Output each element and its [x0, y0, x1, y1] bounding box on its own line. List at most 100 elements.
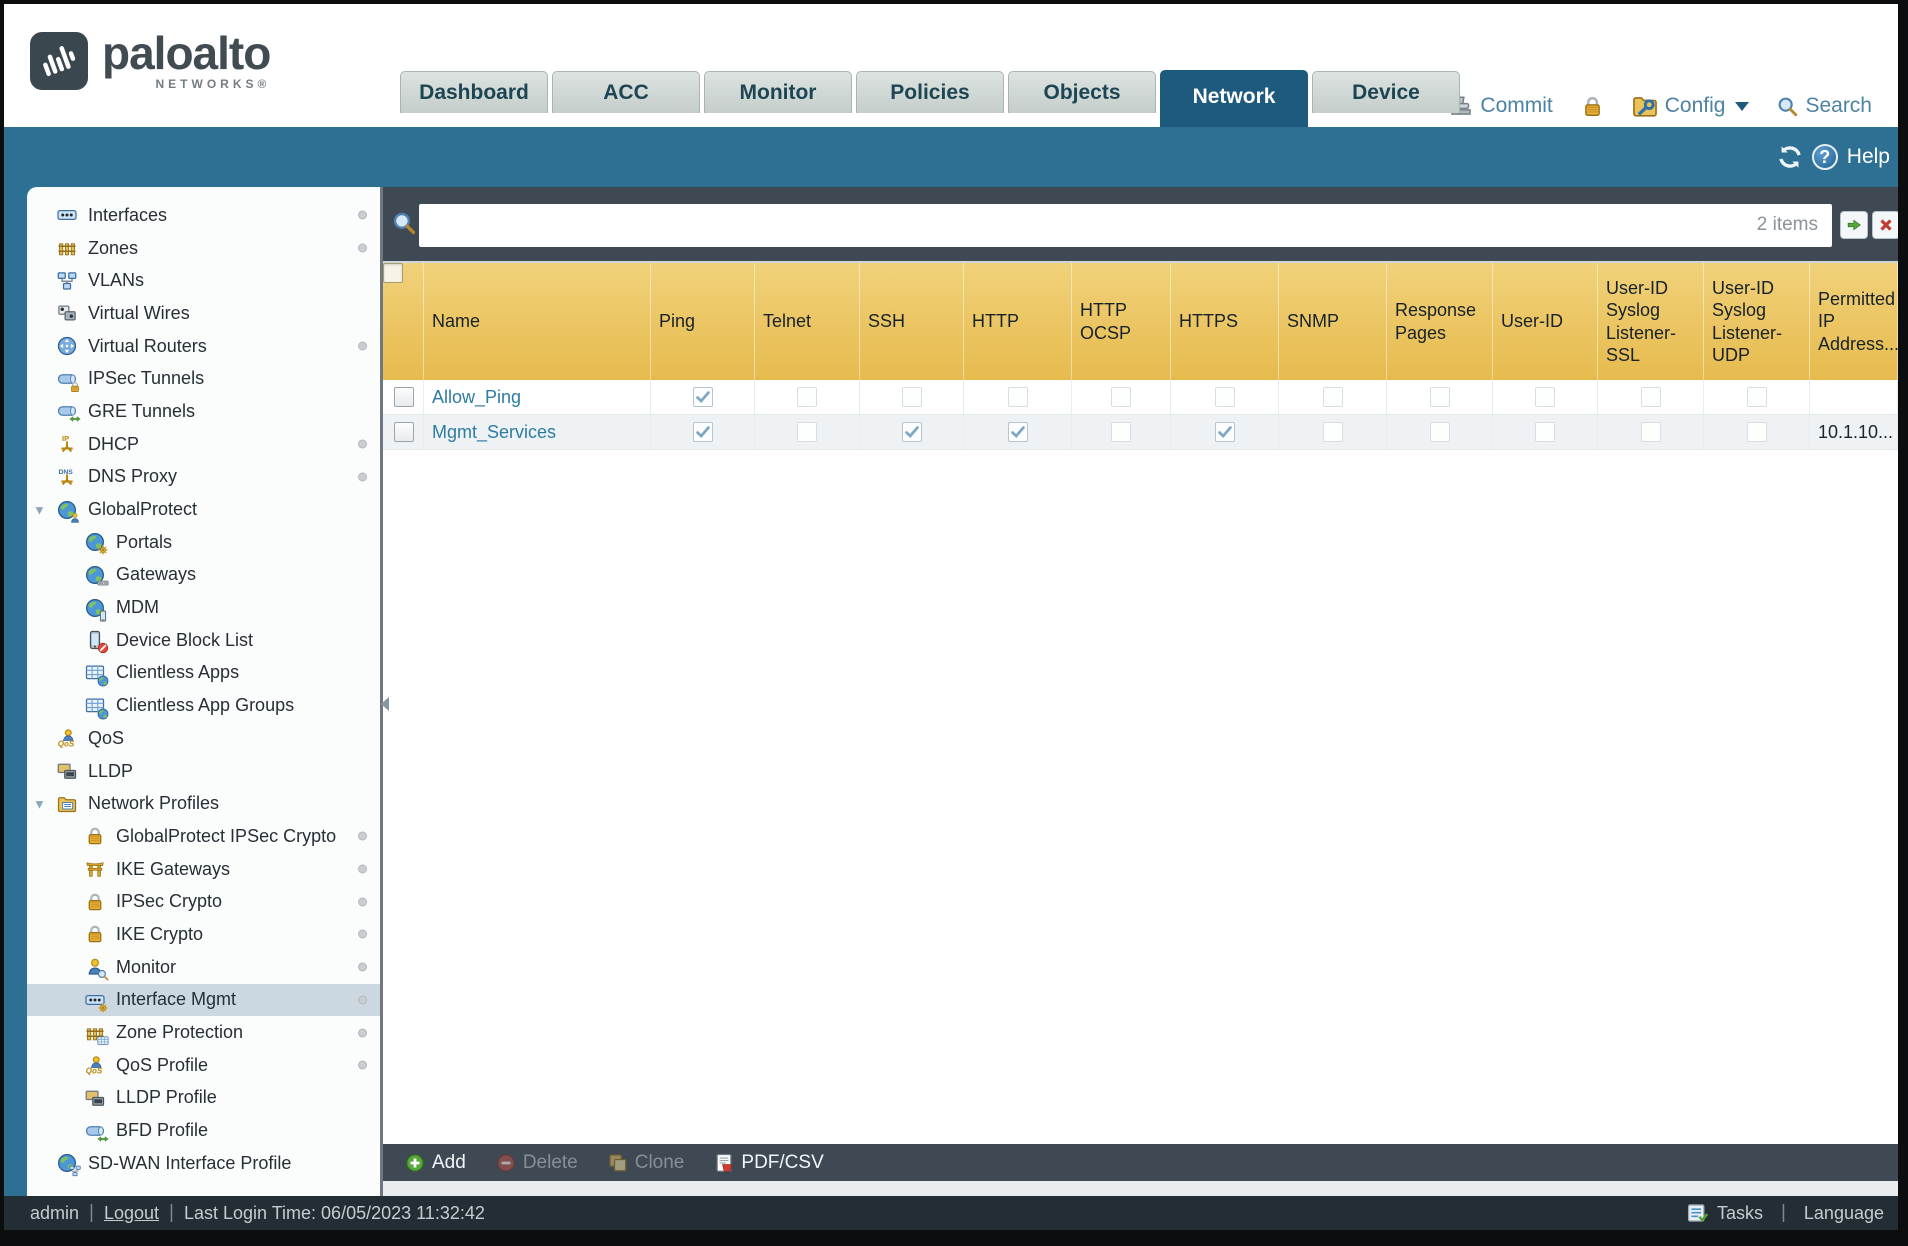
- sidebar-item-vlans[interactable]: VLANs: [27, 264, 380, 297]
- sidebar-item-zones[interactable]: Zones: [27, 232, 380, 265]
- select-all-checkbox[interactable]: [383, 263, 403, 283]
- column-header-user-id[interactable]: User-ID: [1493, 263, 1598, 380]
- tasks-icon[interactable]: [1687, 1202, 1709, 1224]
- sidebar-item-qos-profile[interactable]: QoS Profile: [27, 1049, 380, 1082]
- help-label[interactable]: Help: [1847, 145, 1890, 169]
- http-ocsp-checkbox[interactable]: [1111, 422, 1131, 442]
- column-header-telnet[interactable]: Telnet: [755, 263, 860, 380]
- logout-link[interactable]: Logout: [104, 1203, 159, 1224]
- sidebar-item-lldp[interactable]: LLDP: [27, 755, 380, 788]
- filter-input[interactable]: [419, 204, 1832, 247]
- sidebar-item-dhcp[interactable]: DHCP: [27, 428, 380, 461]
- column-header-user-id-syslog-listener-udp[interactable]: User-ID Syslog Listener-UDP: [1704, 263, 1810, 380]
- search-icon[interactable]: [392, 211, 416, 235]
- sidebar-item-interfaces[interactable]: Interfaces: [27, 199, 380, 232]
- column-header-http-ocsp[interactable]: HTTP OCSP: [1072, 263, 1171, 380]
- response-pages-checkbox[interactable]: [1429, 422, 1450, 442]
- user-id-syslog-listener-udp-checkbox[interactable]: [1746, 387, 1767, 407]
- clear-filter-button[interactable]: [1872, 211, 1898, 239]
- sidebar-item-lldp-profile[interactable]: LLDP Profile: [27, 1082, 380, 1115]
- expand-arrow-icon[interactable]: ▼: [33, 796, 46, 811]
- column-header-permitted-ip-address[interactable]: Permitted IP Address...: [1810, 263, 1898, 380]
- column-header-name[interactable]: Name: [424, 263, 651, 380]
- http-ocsp-checkbox[interactable]: [1111, 387, 1131, 407]
- sidebar-item-bfd-profile[interactable]: BFD Profile: [27, 1114, 380, 1147]
- user-id-syslog-listener-udp-checkbox[interactable]: [1746, 422, 1767, 442]
- commit-button[interactable]: Commit: [1449, 94, 1553, 118]
- http-checkbox[interactable]: [1007, 422, 1028, 442]
- sidebar-item-virtual-routers[interactable]: Virtual Routers: [27, 330, 380, 363]
- table-row: Mgmt_Services 10.1.10...: [383, 415, 1898, 450]
- sidebar-collapse-handle[interactable]: [381, 697, 389, 711]
- sidebar-item-interface-mgmt[interactable]: Interface Mgmt: [27, 983, 380, 1017]
- column-header-http[interactable]: HTTP: [964, 263, 1072, 380]
- sidebar-item-gateways[interactable]: Gateways: [27, 559, 380, 592]
- config-menu-button[interactable]: Config: [1632, 93, 1750, 119]
- sidebar-item-qos[interactable]: QoS: [27, 722, 380, 755]
- refresh-icon[interactable]: [1777, 144, 1803, 170]
- tab-objects[interactable]: Objects: [1008, 71, 1156, 113]
- sidebar-item-ipsec-tunnels[interactable]: IPSec Tunnels: [27, 362, 380, 395]
- sidebar-item-globalprotect-ipsec-crypto[interactable]: GlobalProtect IPSec Crypto: [27, 820, 380, 853]
- apply-filter-button[interactable]: [1840, 211, 1868, 239]
- tab-monitor[interactable]: Monitor: [704, 71, 852, 113]
- column-header-response-pages[interactable]: Response Pages: [1387, 263, 1493, 380]
- snmp-checkbox[interactable]: [1322, 422, 1343, 442]
- sidebar-item-device-block-list[interactable]: Device Block List: [27, 624, 380, 657]
- sidebar-item-zone-protection[interactable]: Zone Protection: [27, 1016, 380, 1049]
- sidebar-item-sd-wan-interface-profile[interactable]: SD-WAN Interface Profile: [27, 1147, 380, 1180]
- column-header-snmp[interactable]: SNMP: [1279, 263, 1387, 380]
- sidebar-item-monitor[interactable]: Monitor: [27, 951, 380, 984]
- sidebar-item-ipsec-crypto[interactable]: IPSec Crypto: [27, 885, 380, 918]
- sidebar-item-globalprotect[interactable]: ▼ GlobalProtect: [27, 493, 380, 526]
- tab-dashboard[interactable]: Dashboard: [400, 71, 548, 113]
- user-id-checkbox[interactable]: [1535, 387, 1555, 407]
- sidebar-item-portals[interactable]: Portals: [27, 526, 380, 559]
- row-select-checkbox[interactable]: [394, 422, 414, 442]
- ssh-checkbox[interactable]: [901, 422, 922, 442]
- column-header-user-id-syslog-listener-ssl[interactable]: User-ID Syslog Listener-SSL: [1598, 263, 1704, 380]
- help-icon[interactable]: ?: [1811, 144, 1838, 170]
- language-button[interactable]: Language: [1804, 1203, 1884, 1224]
- ping-checkbox[interactable]: [692, 387, 713, 407]
- user-id-syslog-listener-ssl-checkbox[interactable]: [1640, 422, 1661, 442]
- sidebar-item-dns-proxy[interactable]: DNS Proxy: [27, 461, 380, 494]
- lock-icon[interactable]: [1581, 95, 1604, 118]
- tab-device[interactable]: Device: [1312, 71, 1460, 113]
- column-header-https[interactable]: HTTPS: [1171, 263, 1279, 380]
- sidebar-item-ike-gateways[interactable]: IKE Gateways: [27, 853, 380, 886]
- https-checkbox[interactable]: [1214, 387, 1235, 407]
- profile-link[interactable]: Mgmt_Services: [432, 422, 556, 443]
- logo-brand-text: paloalto: [102, 27, 271, 79]
- user-id-syslog-listener-ssl-checkbox[interactable]: [1640, 387, 1661, 407]
- http-checkbox[interactable]: [1007, 387, 1028, 407]
- row-select-checkbox[interactable]: [394, 387, 414, 407]
- pdf-csv-button[interactable]: PDF/CSV: [714, 1152, 824, 1174]
- ssh-checkbox[interactable]: [901, 387, 922, 407]
- https-checkbox[interactable]: [1214, 422, 1235, 442]
- column-header-ping[interactable]: Ping: [651, 263, 755, 380]
- sidebar-item-network-profiles[interactable]: ▼ Network Profiles: [27, 787, 380, 820]
- tab-policies[interactable]: Policies: [856, 71, 1004, 113]
- sidebar-item-ike-crypto[interactable]: IKE Crypto: [27, 918, 380, 951]
- column-header-ssh[interactable]: SSH: [860, 263, 964, 380]
- expand-arrow-icon[interactable]: ▼: [33, 502, 46, 517]
- user-id-checkbox[interactable]: [1535, 422, 1555, 442]
- tab-acc[interactable]: ACC: [552, 71, 700, 113]
- sidebar-item-mdm[interactable]: MDM: [27, 591, 380, 624]
- tab-network[interactable]: Network: [1160, 70, 1308, 127]
- snmp-checkbox[interactable]: [1322, 387, 1343, 407]
- response-pages-checkbox[interactable]: [1429, 387, 1450, 407]
- main-nav: Dashboard ACC Monitor Policies Objects Networ…: [400, 70, 1460, 127]
- sidebar-item-virtual-wires[interactable]: Virtual Wires: [27, 297, 380, 330]
- add-button[interactable]: Add: [405, 1152, 466, 1174]
- ping-checkbox[interactable]: [692, 422, 713, 442]
- tasks-button[interactable]: Tasks: [1717, 1203, 1763, 1224]
- sidebar-item-gre-tunnels[interactable]: GRE Tunnels: [27, 395, 380, 428]
- profile-link[interactable]: Allow_Ping: [432, 387, 521, 408]
- telnet-checkbox[interactable]: [797, 422, 817, 442]
- sidebar-item-clientless-apps[interactable]: Clientless Apps: [27, 657, 380, 690]
- sidebar-item-clientless-app-groups[interactable]: Clientless App Groups: [27, 689, 380, 722]
- search-button[interactable]: Search: [1777, 94, 1872, 118]
- telnet-checkbox[interactable]: [797, 387, 817, 407]
